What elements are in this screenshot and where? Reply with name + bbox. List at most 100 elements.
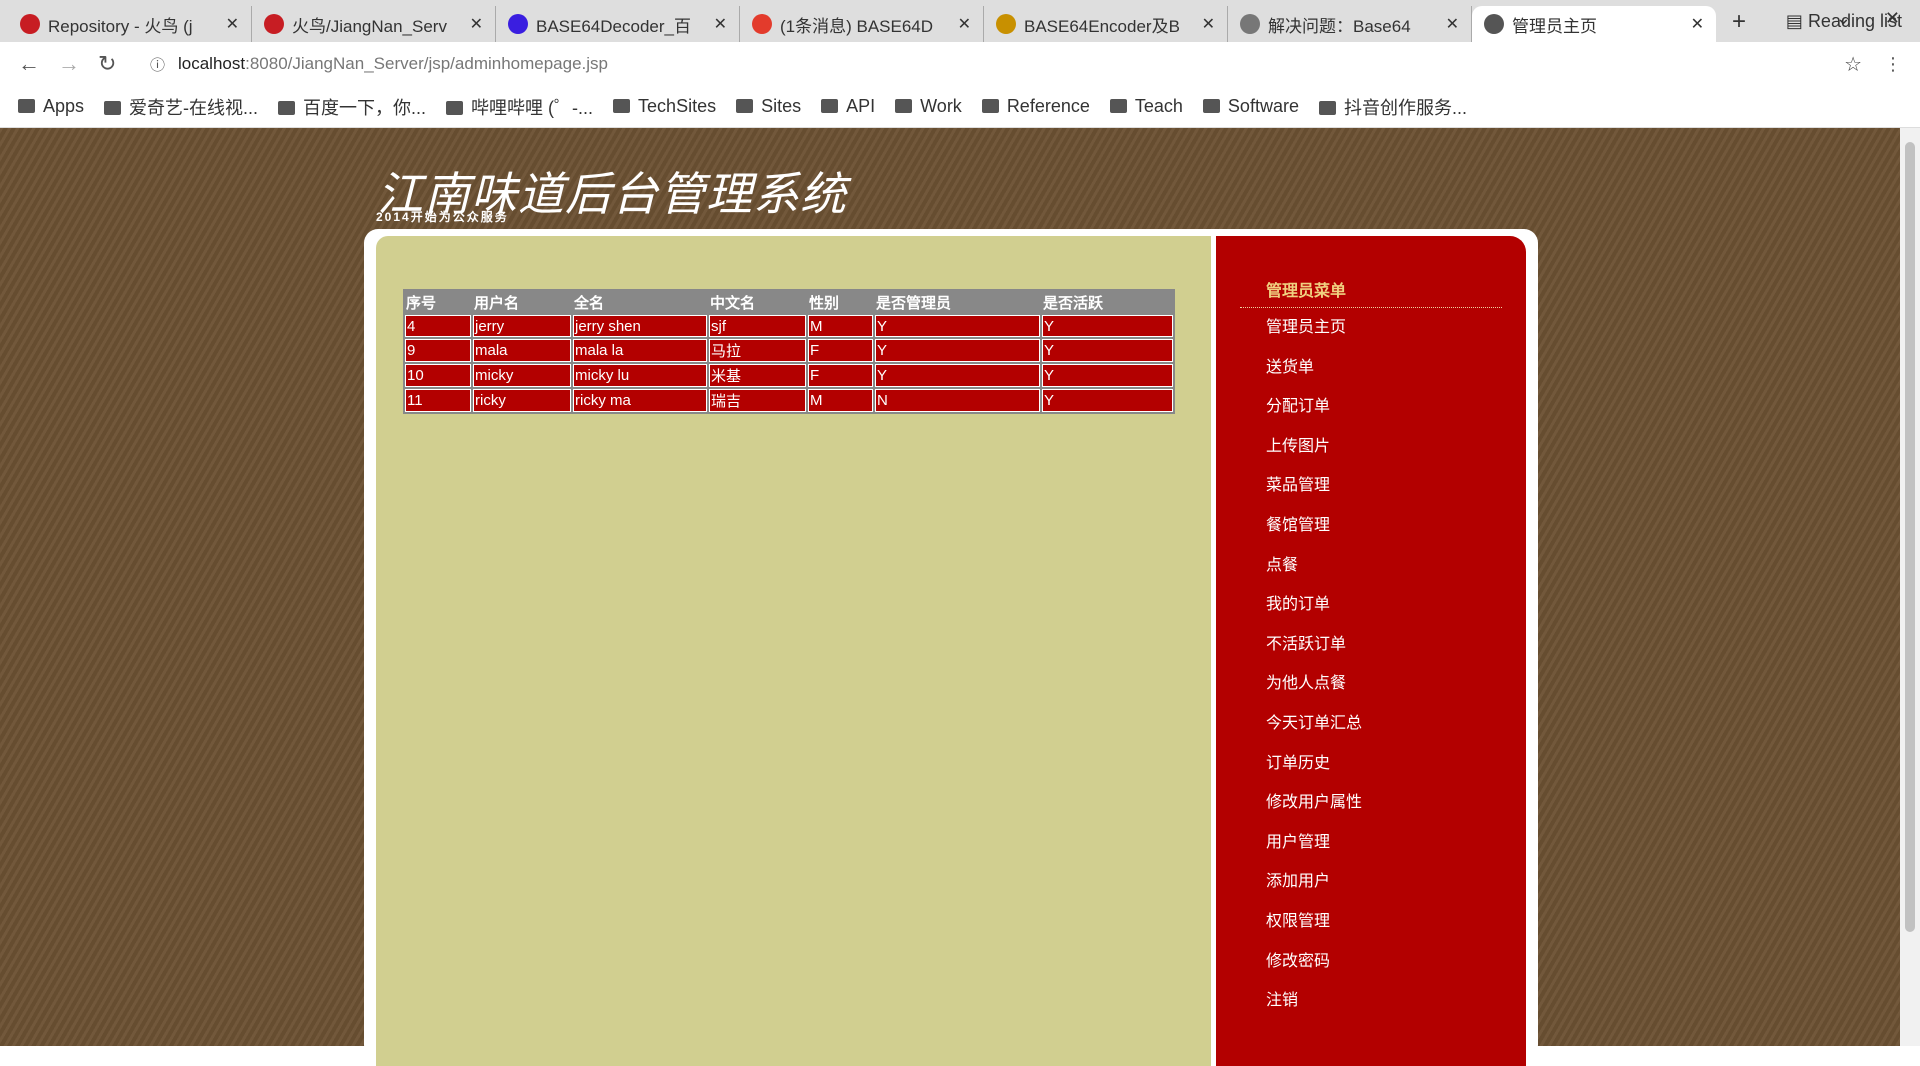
table-cell: micky lu — [573, 364, 707, 387]
bookmark-icon — [446, 100, 464, 115]
bookmark-8[interactable]: Reference — [981, 96, 1090, 117]
reload-icon[interactable]: ↻ — [98, 51, 120, 77]
main-content: 序号 用户名 全名 中文名 性别 是否管理员 是否活跃 4 jerry jerry shen sj… — [376, 236, 1211, 1066]
menu-item[interactable]: 今天订单汇总 — [1240, 704, 1502, 744]
table-cell: Y — [875, 339, 1040, 362]
table-cell: F — [808, 339, 873, 362]
bookmark-6[interactable]: API — [821, 96, 875, 117]
close-tab-icon[interactable]: ✕ — [1202, 14, 1215, 34]
table-cell: mala — [473, 339, 571, 362]
tab-0[interactable]: Repository - 火鸟 (j ✕ — [8, 6, 252, 42]
scrollbar[interactable] — [1900, 128, 1920, 1046]
tab-3[interactable]: (1条消息) BASE64D ✕ — [740, 6, 984, 42]
bookmark-3[interactable]: 哔哩哔哩 (゜-... — [446, 94, 593, 120]
menu-item[interactable]: 餐馆管理 — [1240, 506, 1502, 546]
forward-icon[interactable]: → — [58, 51, 80, 77]
bookmark-0[interactable]: Apps — [18, 96, 84, 117]
tab-1[interactable]: 火鸟/JiangNan_Serv ✕ — [252, 6, 496, 42]
users-table: 序号 用户名 全名 中文名 性别 是否管理员 是否活跃 4 jerry jerry shen sj… — [403, 289, 1175, 414]
bookmark-icon — [1318, 100, 1336, 115]
gitee-icon — [264, 14, 284, 34]
menu-item[interactable]: 我的订单 — [1240, 585, 1502, 625]
table-cell: ricky — [473, 389, 571, 412]
close-tab-icon[interactable]: ✕ — [470, 14, 483, 34]
back-icon[interactable]: ← — [18, 51, 40, 77]
table-cell: M — [808, 315, 873, 337]
menu-item[interactable]: 点餐 — [1240, 546, 1502, 586]
profile-icon[interactable]: ⋮ — [1884, 54, 1902, 75]
table-cell: ricky ma — [573, 389, 707, 412]
bookmark-label: Teach — [1134, 96, 1183, 116]
menu-item[interactable]: 添加用户 — [1240, 862, 1502, 902]
csdn-icon — [752, 14, 772, 34]
bookmark-icon — [104, 100, 122, 115]
url-input[interactable]: ⓘ localhost:8080/JiangNan_Server/jsp/adm… — [140, 46, 1780, 82]
table-cell: sjf — [709, 315, 806, 337]
bookmarks-bar: Apps 爱奇艺-在线视... 百度一下，你... 哔哩哔哩 (゜-... TechSi… — [0, 86, 1920, 128]
table-cell: Y — [1042, 364, 1173, 387]
bookmark-label: 爱奇艺-在线视... — [129, 97, 259, 118]
tab-5[interactable]: 解决问题：Base64 ✕ — [1228, 6, 1472, 42]
close-tab-icon[interactable]: ✕ — [958, 14, 971, 34]
menu-item[interactable]: 管理员主页 — [1240, 308, 1502, 348]
bookmark-label: Apps — [43, 96, 85, 116]
close-tab-icon[interactable]: ✕ — [226, 14, 239, 34]
reading-list-button[interactable]: ▤ Reading list — [1786, 11, 1902, 32]
tab-title: 火鸟/JiangNan_Serv — [292, 16, 447, 36]
close-tab-icon[interactable]: ✕ — [1446, 14, 1459, 34]
bookmark-1[interactable]: 爱奇艺-在线视... — [104, 94, 258, 120]
bookmark-7[interactable]: Work — [895, 96, 962, 117]
tab-title: BASE64Encoder及B — [1024, 16, 1180, 36]
menu-item[interactable]: 菜品管理 — [1240, 466, 1502, 506]
close-tab-icon[interactable]: ✕ — [714, 14, 727, 34]
menu-item[interactable]: 为他人点餐 — [1240, 664, 1502, 704]
menu-item[interactable]: 上传图片 — [1240, 427, 1502, 467]
tab-title: (1条消息) BASE64D — [780, 16, 934, 36]
bookmark-4[interactable]: TechSites — [613, 96, 716, 117]
table-cell: 瑞吉 — [709, 389, 806, 412]
menu-item[interactable]: 注销 — [1240, 981, 1502, 1021]
close-tab-icon[interactable]: ✕ — [1691, 14, 1704, 34]
table-cell: jerry — [473, 315, 571, 337]
menu-item[interactable]: 不活跃订单 — [1240, 625, 1502, 665]
table-cell: 米基 — [709, 364, 806, 387]
bookmark-5[interactable]: Sites — [736, 96, 801, 117]
table-cell: jerry shen — [573, 315, 707, 337]
column-header: 序号 — [406, 294, 437, 312]
bookmark-label: 哔哩哔哩 (゜-... — [471, 97, 594, 118]
bookmark-icon — [278, 100, 296, 115]
menu-item[interactable]: 分配订单 — [1240, 387, 1502, 427]
bookmark-2[interactable]: 百度一下，你... — [278, 94, 426, 120]
menu-item[interactable]: 修改用户属性 — [1240, 783, 1502, 823]
menu-item[interactable]: 订单历史 — [1240, 744, 1502, 784]
bookmark-star-icon[interactable]: ☆ — [1844, 52, 1862, 77]
new-tab-icon[interactable]: + — [1732, 8, 1746, 36]
table-cell: 马拉 — [709, 339, 806, 362]
table-cell: mala la — [573, 339, 707, 362]
folder-icon — [981, 99, 999, 113]
column-header: 是否活跃 — [1043, 294, 1104, 312]
bookmark-label: Work — [920, 96, 962, 116]
bookmark-label: 百度一下，你... — [303, 97, 427, 118]
info-icon[interactable]: ⓘ — [150, 54, 165, 75]
tab-6[interactable]: 管理员主页 ✕ — [1472, 6, 1716, 42]
menu-item[interactable]: 修改密码 — [1240, 942, 1502, 982]
page: 江南味道后台管理系统 2014开始为公众服务 序号 用户名 全名 中文名 性别 是否管理员… — [0, 128, 1900, 1066]
folder-icon — [1109, 99, 1127, 113]
tab-4[interactable]: BASE64Encoder及B ✕ — [984, 6, 1228, 42]
table-cell: 9 — [405, 339, 471, 362]
gitee-icon — [20, 14, 40, 34]
bookmark-11[interactable]: 抖音创作服务... — [1318, 94, 1467, 120]
table-cell: F — [808, 364, 873, 387]
bookmark-10[interactable]: Software — [1202, 96, 1299, 117]
tab-title: Repository - 火鸟 (j — [48, 16, 193, 36]
bookmark-9[interactable]: Teach — [1109, 96, 1183, 117]
bookmark-label: API — [846, 96, 876, 116]
tab-2[interactable]: BASE64Decoder_百 ✕ — [496, 6, 740, 42]
menu-item[interactable]: 用户管理 — [1240, 823, 1502, 863]
tab-bar: Repository - 火鸟 (j ✕ 火鸟/JiangNan_Serv ✕ BASE… — [0, 0, 1920, 42]
menu-item[interactable]: 送货单 — [1240, 348, 1502, 388]
url-path: :8080/JiangNan_Server/jsp/adminhomepage.… — [245, 54, 609, 73]
scrollbar-thumb[interactable] — [1905, 142, 1915, 932]
menu-item[interactable]: 权限管理 — [1240, 902, 1502, 942]
